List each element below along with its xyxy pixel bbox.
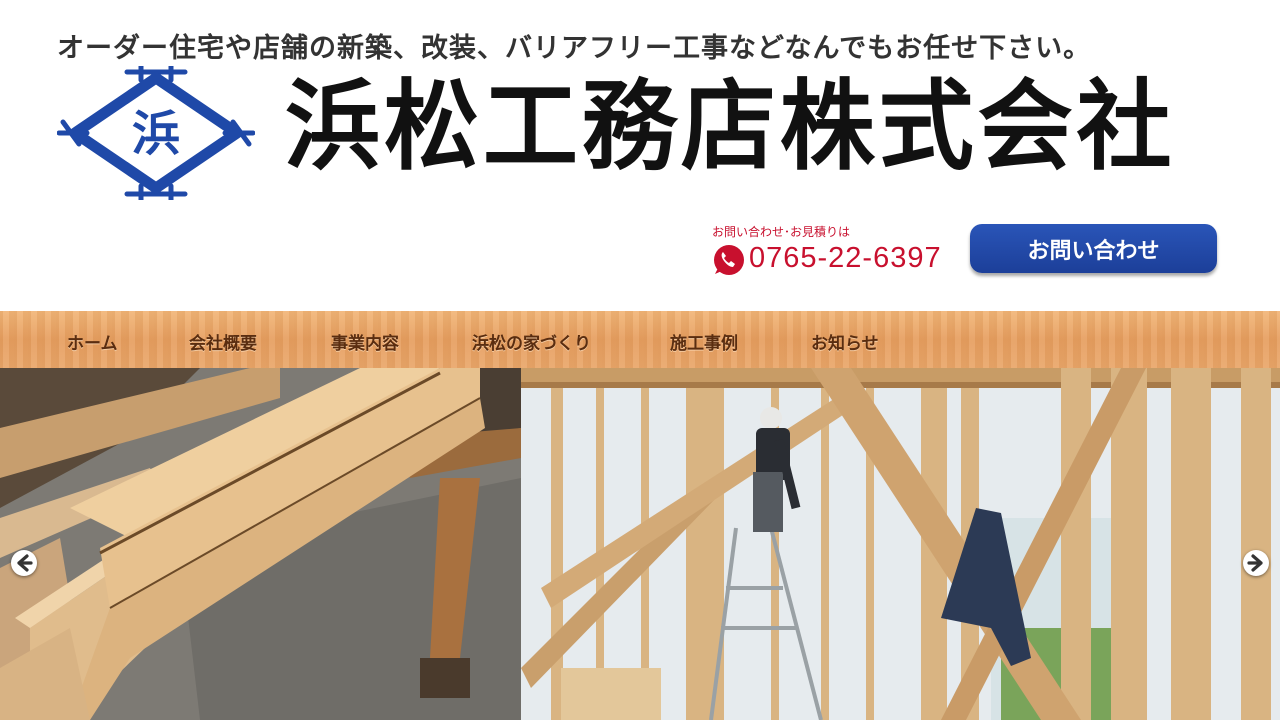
phone-icon bbox=[714, 245, 744, 275]
nav-item-home[interactable]: ホーム bbox=[67, 329, 118, 354]
arrow-left-icon bbox=[17, 554, 33, 572]
main-navigation: ホーム 会社概要 事業内容 浜松の家づくり 施工事例 お知らせ bbox=[0, 311, 1280, 368]
svg-text:浜: 浜 bbox=[132, 106, 180, 162]
arrow-right-icon bbox=[1247, 554, 1263, 572]
slider-next-button[interactable] bbox=[1243, 550, 1269, 576]
contact-label: お問い合わせ･お見積りは bbox=[712, 225, 851, 239]
company-logo-icon[interactable]: 浜 bbox=[57, 66, 255, 200]
company-name: 浜松工務店株式会社 bbox=[285, 69, 1176, 184]
hero-image-framing bbox=[521, 368, 1280, 720]
contact-button[interactable]: お問い合わせ bbox=[970, 224, 1217, 273]
nav-item-company[interactable]: 会社概要 bbox=[189, 329, 257, 354]
slider-prev-button[interactable] bbox=[11, 550, 37, 576]
nav-item-house-building[interactable]: 浜松の家づくり bbox=[472, 329, 591, 354]
nav-item-business[interactable]: 事業内容 bbox=[331, 329, 399, 354]
hero-image-timber bbox=[0, 368, 521, 720]
hero-slider bbox=[0, 368, 1280, 720]
phone-number[interactable]: 0765-22-6397 bbox=[749, 242, 942, 275]
site-tagline: オーダー住宅や店舗の新築、改装、バリアフリー工事などなんでもお任せ下さい。 bbox=[57, 33, 1092, 64]
nav-item-news[interactable]: お知らせ bbox=[811, 329, 879, 354]
nav-item-works[interactable]: 施工事例 bbox=[670, 329, 738, 354]
